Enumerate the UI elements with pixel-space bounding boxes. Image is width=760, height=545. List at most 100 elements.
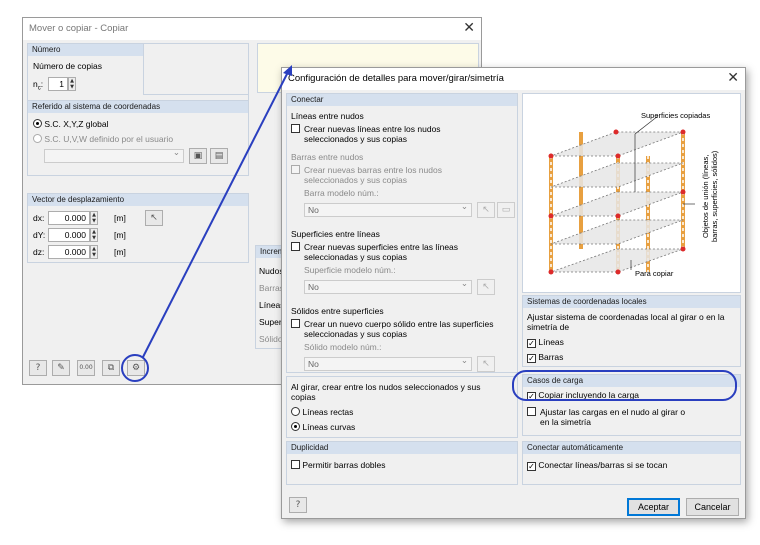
girar-section: Al girar, crear entre los nudos seleccio… [286,376,518,438]
dz-input[interactable]: 0.000 [48,245,90,259]
copies-input[interactable]: 1 [48,77,68,91]
dy-input[interactable]: 0.000 [48,228,90,242]
doble-label: Permitir barras dobles [302,460,386,470]
doble-checkbox[interactable]: Permitir barras dobles [291,460,386,470]
radio-global-label: S.C. X,Y,Z global [44,119,109,129]
diagram-panel: Superficies copiadas Objetos de unión (l… [522,93,741,293]
sistemas-text: Ajustar sistema de coordenadas local al … [527,312,725,332]
radio-off-icon [291,407,300,416]
checkbox-icon [291,242,300,251]
section-header: Sistemas de coordenadas locales [523,296,740,308]
details-dialog-title: Configuración de detalles para mover/gir… [282,68,745,90]
g2-model-select[interactable]: No [304,202,472,217]
checkbox-checked-icon: ✓ [527,354,536,363]
help-icon[interactable]: ? [29,360,47,376]
section-header: Referido al sistema de coordenadas [28,101,248,113]
units-icon[interactable]: 0.00 [77,360,95,376]
checkbox-checked-icon: ✓ [527,392,536,401]
label-side: Objetos de unión (líneas, barras, superf… [701,150,719,242]
copy-dialog-title: Mover o copiar - Copiar [23,18,481,40]
pick-icon[interactable]: ↖ [477,279,495,295]
radio-rectas[interactable]: Líneas rectas [291,407,353,417]
coord-system-select[interactable] [44,148,184,163]
checkbox-checked-icon: ✓ [527,462,536,471]
section-header: Conectar [287,94,517,106]
pick-icon[interactable]: ↖ [477,356,495,372]
close-icon[interactable]: ✕ [727,70,739,86]
g4-label: Crear un nuevo cuerpo sólido entre las s… [304,319,494,339]
g2-model-label: Barra modelo núm.: [304,188,379,198]
edit-icon[interactable]: ✎ [52,360,70,376]
g3-title: Superficies entre líneas [291,229,380,239]
lineas-checkbox[interactable]: ✓ Líneas [527,337,564,348]
dx-label: dx: [33,213,45,223]
g3-checkbox[interactable] [291,242,300,252]
help-icon[interactable]: ? [289,497,307,513]
vector-section: Vector de desplazamiento dx: 0.000 ▲ ▼ [m… [27,193,249,263]
radio-rectas-label: Líneas rectas [302,407,354,417]
g2-title: Barras entre nudos [291,152,364,162]
g3-model-select[interactable]: No [304,279,472,294]
details-dialog: Configuración de detalles para mover/gir… [281,67,746,519]
radio-off-icon [33,134,42,143]
pick-vector-icon[interactable]: ↖ [145,210,163,226]
g3-label: Crear nuevas superficies entre las línea… [304,242,459,262]
radio-user[interactable]: S.C. U,V,W definido por el usuario [33,134,173,144]
edit-coord-icon[interactable]: ▤ [210,148,228,164]
new-icon[interactable]: ▭ [497,202,515,218]
section-header: Duplicidad [287,442,517,454]
details-icon[interactable]: ⚙ [127,360,145,376]
n-label: nc: [33,79,44,92]
g2-label: Crear nuevas barras entre los nudos sele… [304,165,442,185]
label-bottom: Para copiar [635,269,674,278]
radio-global[interactable]: S.C. X,Y,Z global [33,119,108,129]
new-coord-icon[interactable]: ▣ [189,148,207,164]
pick-icon[interactable]: ↖ [477,202,495,218]
radio-curvas[interactable]: Líneas curvas [291,422,355,432]
copy-icon[interactable]: ⧉ [102,360,120,376]
g4-model-select[interactable]: No [304,356,472,371]
barras-label: Barras [538,352,564,362]
radio-user-label: S.C. U,V,W definido por el usuario [44,134,174,144]
section-header: Casos de carga [523,375,740,387]
dy-label: dY: [33,230,46,240]
copies-spinner[interactable]: ▲ ▼ [68,77,76,91]
label-top: Superficies copiadas [641,111,711,120]
copiar-carga-checkbox[interactable]: ✓ Copiar incluyendo la carga [527,390,639,401]
sistemas-section: Sistemas de coordenadas locales Ajustar … [522,295,741,367]
conectar-auto-checkbox[interactable]: ✓ Conectar líneas/barras si se tocan [527,460,667,471]
g4-checkbox[interactable] [291,319,300,329]
ok-button[interactable]: Aceptar [627,498,680,516]
dx-spinner[interactable]: ▲ ▼ [90,211,98,225]
dy-spinner[interactable]: ▲ ▼ [90,228,98,242]
g1-title: Líneas entre nudos [291,111,364,121]
copiar-carga-label: Copiar incluyendo la carga [538,390,640,400]
g4-model-label: Sólido modelo núm.: [304,342,382,352]
barras-checkbox[interactable]: ✓ Barras [527,352,563,363]
ajustar-carga-checkbox[interactable] [527,407,536,417]
girar-title: Al girar, crear entre los nudos seleccio… [291,382,481,402]
g4-title: Sólidos entre superficies [291,306,384,316]
g2-checkbox[interactable] [291,165,300,175]
lineas-label: Líneas [538,337,564,347]
checkbox-icon [291,124,300,133]
dz-label: dz: [33,247,45,257]
dx-unit: [m] [114,213,126,223]
conectar-auto-label: Conectar líneas/barras si se tocan [538,460,668,470]
checkbox-icon [291,165,300,174]
checkbox-checked-icon: ✓ [527,339,536,348]
dx-input[interactable]: 0.000 [48,211,90,225]
casos-section: Casos de carga ✓ Copiar incluyendo la ca… [522,374,741,436]
section-header: Vector de desplazamiento [28,194,248,206]
empty-panel [143,43,249,95]
cancel-button[interactable]: Cancelar [686,498,739,516]
g1-label: Crear nuevas líneas entre los nudos sele… [304,124,441,144]
conectar-section: Conectar Líneas entre nudos Crear nuevas… [286,93,518,373]
dz-spinner[interactable]: ▲ ▼ [90,245,98,259]
close-icon[interactable]: ✕ [463,20,475,36]
numero-label: Número de copias [33,61,102,71]
checkbox-icon [291,319,300,328]
dz-unit: [m] [114,247,126,257]
g1-checkbox[interactable] [291,124,300,134]
incr-item: Nudos [259,266,284,276]
